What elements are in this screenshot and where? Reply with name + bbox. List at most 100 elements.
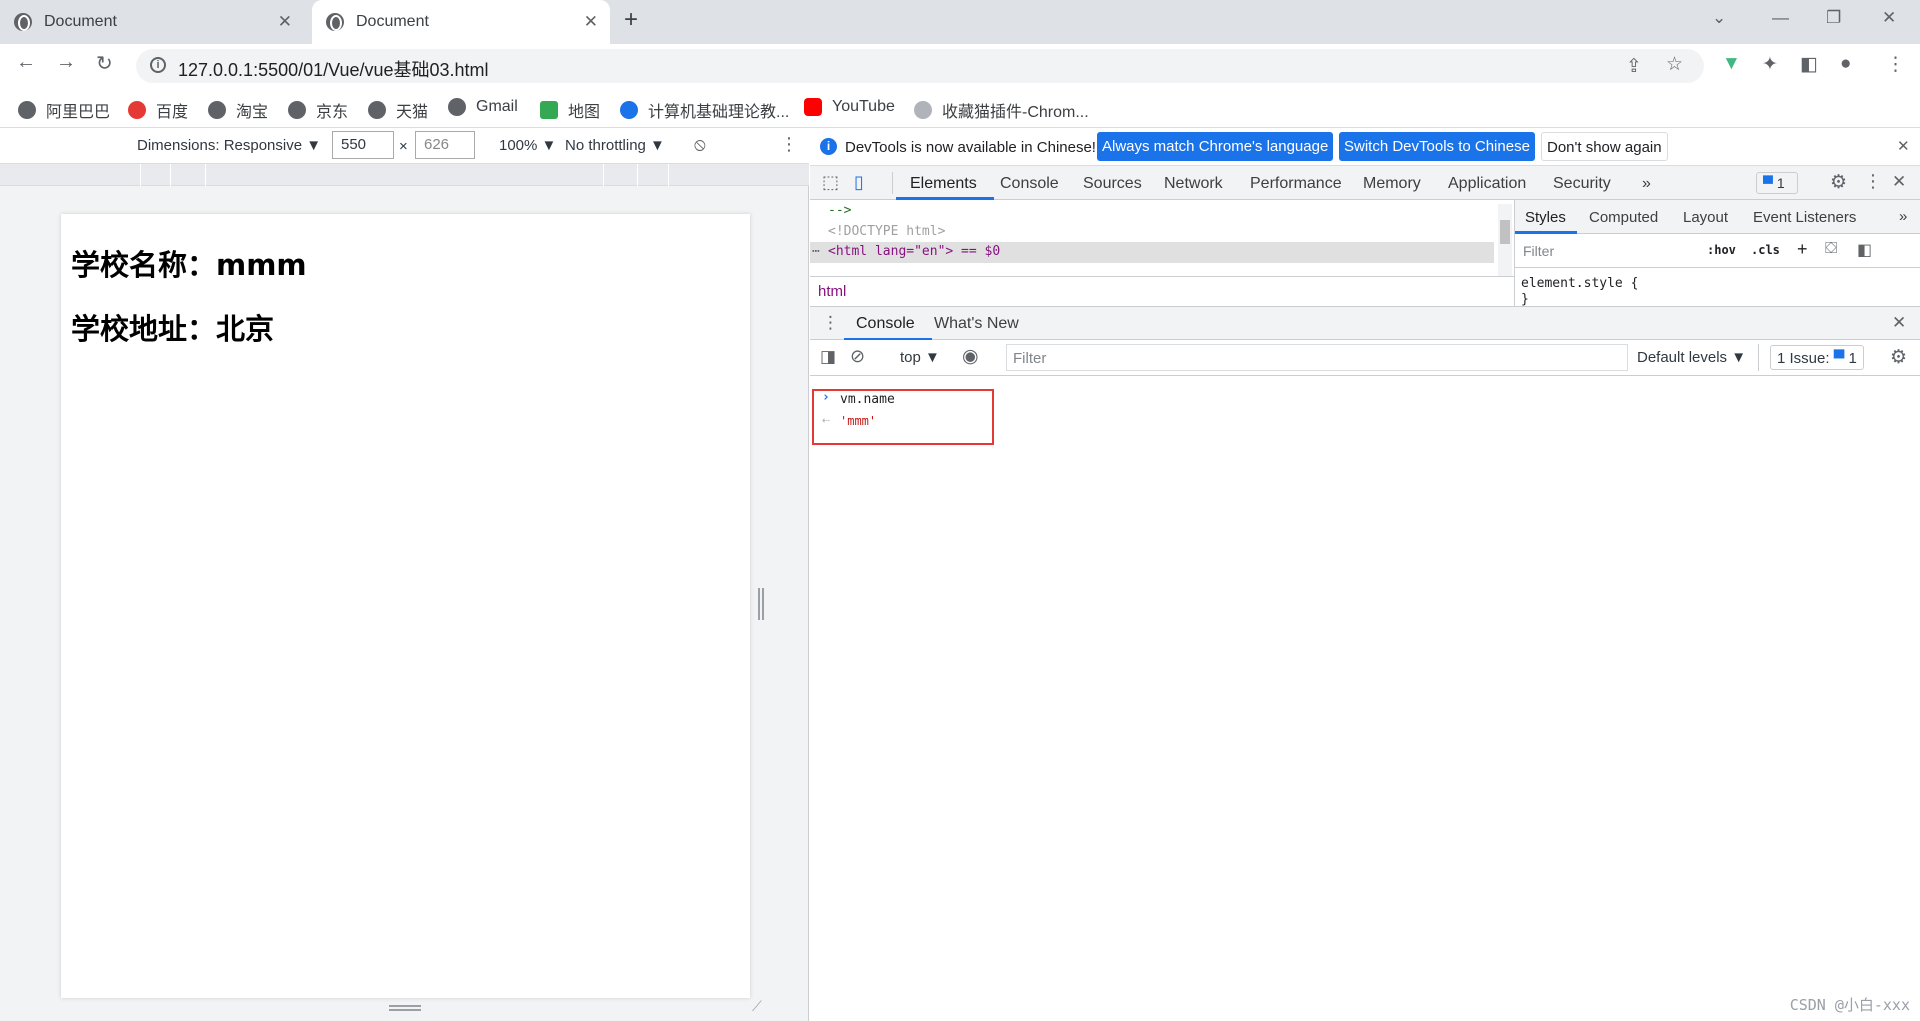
log-levels-dropdown[interactable]: Default levels ▼ <box>1637 349 1746 366</box>
tab-styles[interactable]: Styles <box>1525 209 1566 226</box>
clear-console-icon[interactable]: ⊘ <box>850 346 865 367</box>
bookmark-alibaba[interactable]: 阿里巴巴 <box>18 98 110 122</box>
reload-icon[interactable]: ↻ <box>96 51 113 76</box>
more-style-tabs-icon[interactable]: » <box>1899 208 1907 225</box>
dont-show-again-button[interactable]: Don't show again <box>1541 132 1668 161</box>
tab-console[interactable]: Console <box>1000 175 1059 193</box>
profile-avatar[interactable]: ● <box>1840 53 1851 75</box>
console-output[interactable]: › vm.name ⇠ 'mmm' CSDN @小白-xxx <box>810 376 1920 1021</box>
close-infobar-icon[interactable]: ✕ <box>1897 137 1910 155</box>
resize-corner-icon[interactable]: ⟋ <box>752 998 762 1015</box>
restore-icon[interactable]: ❐ <box>1826 8 1841 28</box>
side-panel-icon[interactable]: ◧ <box>1800 53 1818 76</box>
more-tabs-icon[interactable]: » <box>1642 175 1651 193</box>
bookmark-taobao[interactable]: 淘宝 <box>208 98 268 122</box>
paint-icon[interactable]: ⛋ <box>1825 240 1837 258</box>
bookmark-baidu[interactable]: 百度 <box>128 98 188 122</box>
bookmark-jd[interactable]: 京东 <box>288 98 348 122</box>
vue-devtools-icon[interactable]: ▼ <box>1722 53 1741 75</box>
console-settings-icon[interactable]: ⚙ <box>1890 346 1907 369</box>
bookmark-cs-theory[interactable]: 计算机基础理论教... <box>620 98 789 122</box>
always-match-language-button[interactable]: Always match Chrome's language <box>1097 132 1334 161</box>
new-style-rule-icon[interactable]: + <box>1797 239 1808 260</box>
bookmark-youtube[interactable]: YouTube <box>804 98 895 116</box>
element-style-rule[interactable]: element.style { <box>1521 276 1638 291</box>
tab-document-2[interactable]: Document ✕ <box>312 0 610 44</box>
dom-doctype-line[interactable]: <!DOCTYPE html> <box>828 224 945 239</box>
issues-badge[interactable]: ▀ 1 <box>1756 172 1798 194</box>
share-icon[interactable]: ⇪ <box>1626 55 1642 78</box>
selected-dom-line[interactable]: ⋯ <html lang="en"> == $0 <box>810 242 1494 263</box>
zoom-dropdown[interactable]: 100% ▼ <box>499 137 556 154</box>
tab-layout[interactable]: Layout <box>1683 209 1728 226</box>
cls-toggle[interactable]: .cls <box>1751 243 1780 257</box>
bookmark-star-icon[interactable]: ☆ <box>1666 53 1683 76</box>
bookmark-plugin[interactable]: 收藏猫插件-Chrom... <box>914 98 1089 122</box>
menu-kebab-icon[interactable]: ⋮ <box>1886 53 1905 76</box>
more-options-icon[interactable]: ⋮ <box>780 134 798 155</box>
youtube-icon <box>804 98 822 116</box>
tab-elements[interactable]: Elements <box>910 175 977 193</box>
breadcrumb-html[interactable]: html <box>818 283 846 300</box>
bookmark-gmail[interactable]: Gmail <box>448 98 518 116</box>
tab-sources[interactable]: Sources <box>1083 175 1142 193</box>
computed-sidebar-icon[interactable]: ◧ <box>1857 240 1872 260</box>
close-devtools-icon[interactable]: ✕ <box>1892 172 1906 192</box>
globe-icon <box>208 101 226 119</box>
extensions-icon[interactable]: ✦ <box>1762 53 1778 76</box>
drawer-menu-icon[interactable]: ⋮ <box>822 313 839 333</box>
customize-kebab-icon[interactable]: ⋮ <box>1864 171 1882 192</box>
bookmark-tmall[interactable]: 天猫 <box>368 98 428 122</box>
tab-document-1[interactable]: Document ✕ <box>14 0 304 44</box>
device-toolbar-icon[interactable]: ▯ <box>854 172 864 193</box>
console-sidebar-icon[interactable]: ◨ <box>820 347 836 367</box>
dimensions-dropdown[interactable]: Dimensions: Responsive ▼ <box>137 137 321 154</box>
issues-counter-button[interactable]: 1 Issue: ▀ 1 <box>1770 345 1864 370</box>
switch-to-chinese-button[interactable]: Switch DevTools to Chinese <box>1339 132 1535 161</box>
media-query-ruler[interactable] <box>0 164 809 186</box>
close-window-icon[interactable]: ✕ <box>1882 8 1896 28</box>
dom-comment-line[interactable]: --> <box>828 203 851 218</box>
tab-network[interactable]: Network <box>1164 175 1223 193</box>
url-text: 127.0.0.1:5500/01/Vue/vue基础03.html <box>178 60 489 80</box>
back-icon[interactable]: ← <box>16 51 36 74</box>
forward-icon[interactable]: → <box>56 51 76 74</box>
infobar-text: DevTools is now available in Chinese! <box>845 139 1096 156</box>
throttling-dropdown[interactable]: No throttling ▼ <box>565 137 665 154</box>
console-filter-input[interactable]: Filter <box>1006 344 1628 371</box>
rotate-icon[interactable]: ⦸ <box>694 134 706 155</box>
settings-gear-icon[interactable]: ⚙ <box>1830 171 1847 194</box>
school-address-heading: 学校地址：北京 <box>71 312 275 346</box>
close-drawer-icon[interactable]: ✕ <box>1892 313 1906 333</box>
tab-search-icon[interactable]: ⌄ <box>1712 8 1726 28</box>
tab-event-listeners[interactable]: Event Listeners <box>1753 209 1856 226</box>
context-selector[interactable]: top ▼ <box>900 349 940 366</box>
minimize-icon[interactable]: — <box>1772 8 1789 28</box>
hov-toggle[interactable]: :hov <box>1707 243 1736 257</box>
site-info-icon[interactable]: i <box>150 57 166 73</box>
bookmark-maps[interactable]: 地图 <box>540 98 600 122</box>
resize-handle-bottom[interactable] <box>389 1005 421 1011</box>
height-input[interactable]: 626 <box>415 131 475 159</box>
tab-application[interactable]: Application <box>1448 175 1526 193</box>
new-tab-icon[interactable]: + <box>624 6 638 34</box>
tab-security[interactable]: Security <box>1553 175 1611 193</box>
close-tab-icon[interactable]: ✕ <box>584 12 598 32</box>
breadcrumb: html <box>810 276 1514 306</box>
inspect-element-icon[interactable]: ⬚ <box>822 172 839 193</box>
tab-performance[interactable]: Performance <box>1250 175 1342 193</box>
close-tab-icon[interactable]: ✕ <box>278 12 292 32</box>
styles-filter-input[interactable]: Filter <box>1523 243 1554 259</box>
width-input[interactable]: 550 <box>332 131 394 159</box>
drawer-tab-whats-new[interactable]: What's New <box>934 315 1019 333</box>
tab-computed[interactable]: Computed <box>1589 209 1658 226</box>
tab-memory[interactable]: Memory <box>1363 175 1421 193</box>
html-node-text: <html lang="en"> == $0 <box>828 244 1001 259</box>
address-bar[interactable]: i 127.0.0.1:5500/01/Vue/vue基础03.html ⇪ ☆ <box>136 49 1704 83</box>
console-input-line: vm.name <box>840 392 895 407</box>
live-expression-eye-icon[interactable]: ◉ <box>962 345 979 368</box>
devtools-panel: i DevTools is now available in Chinese! … <box>810 128 1920 1021</box>
drawer-tab-console[interactable]: Console <box>856 315 915 333</box>
elements-scrollbar[interactable] <box>1498 204 1512 276</box>
resize-handle-right[interactable] <box>758 588 764 620</box>
